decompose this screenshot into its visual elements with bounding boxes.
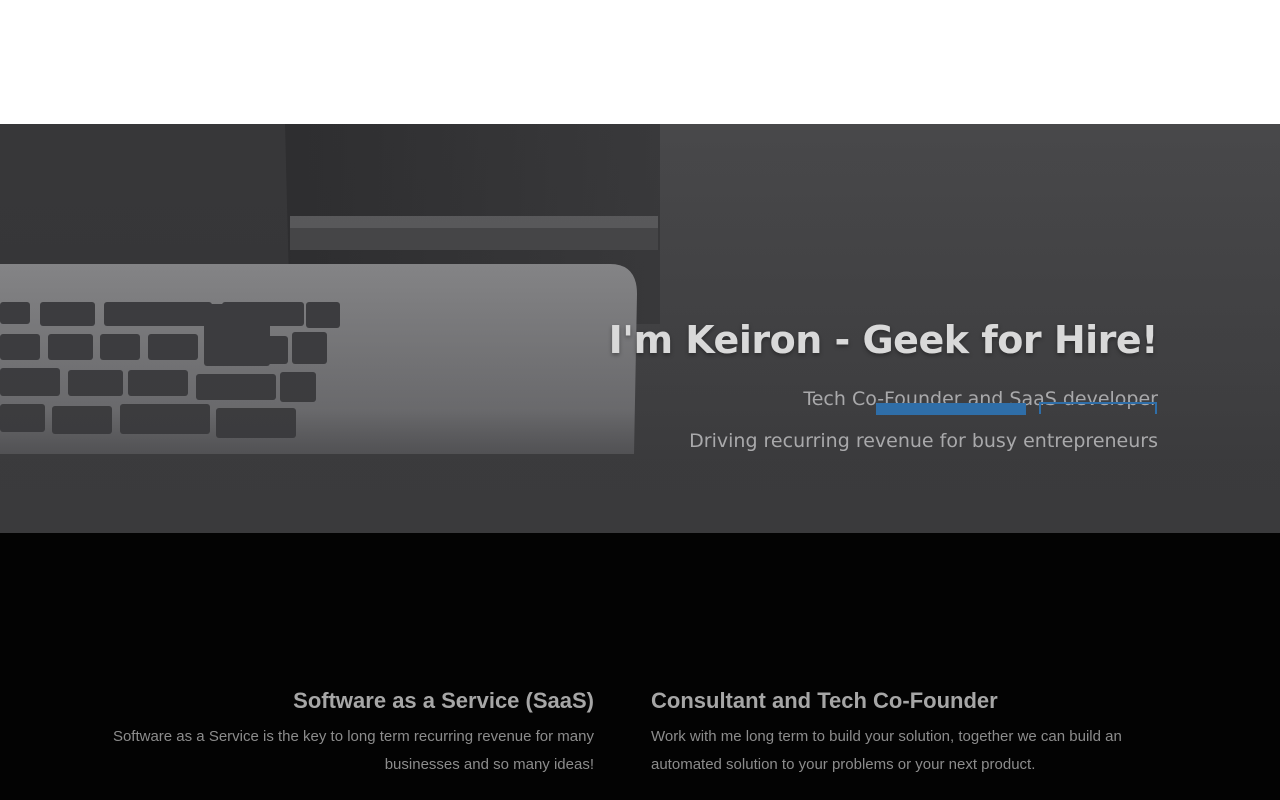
- page: I'm Keiron - Geek for Hire! Tech Co-Foun…: [0, 0, 1280, 800]
- service-title: Software as a Service (SaaS): [293, 688, 594, 713]
- services-section: Software as a Service (SaaS) Software as…: [0, 533, 1280, 800]
- service-consultant: Consultant and Tech Co-Founder Work with…: [651, 685, 1141, 779]
- hero-title: I'm Keiron - Geek for Hire!: [608, 318, 1159, 362]
- service-saas: Software as a Service (SaaS) Software as…: [104, 685, 594, 779]
- top-bar: [0, 0, 1280, 124]
- service-title: Consultant and Tech Co-Founder: [651, 688, 998, 713]
- hero-subtitle-2: Driving recurring revenue for busy entre…: [689, 430, 1158, 452]
- hero-section: I'm Keiron - Geek for Hire! Tech Co-Foun…: [0, 124, 1280, 533]
- service-description: Work with me long term to build your sol…: [651, 728, 1122, 773]
- hero-secondary-button[interactable]: [1039, 402, 1157, 414]
- hero-text-block: I'm Keiron - Geek for Hire! Tech Co-Foun…: [458, 316, 1159, 462]
- service-description: Software as a Service is the key to long…: [112, 728, 594, 773]
- hero-primary-button[interactable]: [876, 403, 1026, 415]
